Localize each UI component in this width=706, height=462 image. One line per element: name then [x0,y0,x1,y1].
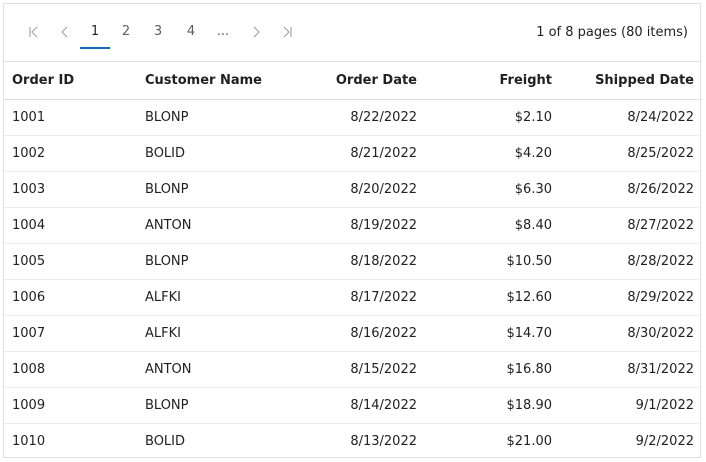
last-page-icon [283,26,292,38]
customer-name-cell[interactable]: BOLID [137,135,289,172]
order-date-cell[interactable]: 8/17/2022 [289,279,425,316]
order-date-cell[interactable]: 8/16/2022 [289,315,425,352]
column-header-customer-name[interactable]: Customer Name [137,62,289,100]
shipped-date-cell[interactable]: 9/2/2022 [560,423,702,459]
table-row[interactable]: 1008 ANTON 8/15/2022 $16.80 8/31/2022 [4,351,702,388]
table-row[interactable]: 1007 ALFKI 8/16/2022 $14.70 8/30/2022 [4,315,702,352]
freight-cell[interactable]: $2.10 [425,99,560,136]
table-row[interactable]: 1005 BLONP 8/18/2022 $10.50 8/28/2022 [4,243,702,280]
table-body: 1001 BLONP 8/22/2022 $2.10 8/24/2022 1002 BOLI… [4,99,702,459]
order-id-cell[interactable]: 1001 [4,99,137,136]
order-date-cell[interactable]: 8/14/2022 [289,387,425,424]
order-id-cell[interactable]: 1003 [4,171,137,208]
customer-name-cell[interactable]: BOLID [137,423,289,459]
order-date-cell[interactable]: 8/18/2022 [289,243,425,280]
table-row[interactable]: 1004 ANTON 8/19/2022 $8.40 8/27/2022 [4,207,702,244]
data-grid: 1 2 3 4 ... 1 of 8 pages (80 items) Orde… [3,3,702,459]
page-3-button[interactable]: 3 [143,18,173,48]
customer-name-cell[interactable]: ALFKI [137,279,289,316]
pager: 1 2 3 4 ... 1 of 8 pages (80 items) [4,4,700,62]
customer-name-cell[interactable]: ANTON [137,207,289,244]
header-row: Order ID Customer Name Order Date Freigh… [4,62,702,100]
orders-table: Order ID Customer Name Order Date Freigh… [4,62,702,459]
order-date-cell[interactable]: 8/19/2022 [289,207,425,244]
customer-name-cell[interactable]: BLONP [137,243,289,280]
next-page-icon [253,26,260,38]
customer-name-cell[interactable]: BLONP [137,387,289,424]
page-4-button[interactable]: 4 [176,18,206,48]
freight-cell[interactable]: $8.40 [425,207,560,244]
column-header-freight[interactable]: Freight [425,62,560,100]
table-row[interactable]: 1010 BOLID 8/13/2022 $21.00 9/2/2022 [4,423,702,459]
order-id-cell[interactable]: 1006 [4,279,137,316]
order-date-cell[interactable]: 8/13/2022 [289,423,425,459]
order-date-cell[interactable]: 8/20/2022 [289,171,425,208]
table-row[interactable]: 1002 BOLID 8/21/2022 $4.20 8/25/2022 [4,135,702,172]
order-date-cell[interactable]: 8/22/2022 [289,99,425,136]
freight-cell[interactable]: $18.90 [425,387,560,424]
shipped-date-cell[interactable]: 8/29/2022 [560,279,702,316]
freight-cell[interactable]: $6.30 [425,171,560,208]
previous-page-button[interactable] [53,18,77,48]
shipped-date-cell[interactable]: 8/26/2022 [560,171,702,208]
order-id-cell[interactable]: 1007 [4,315,137,352]
table-row[interactable]: 1006 ALFKI 8/17/2022 $12.60 8/29/2022 [4,279,702,316]
order-date-cell[interactable]: 8/15/2022 [289,351,425,388]
order-id-cell[interactable]: 1004 [4,207,137,244]
order-date-cell[interactable]: 8/21/2022 [289,135,425,172]
order-id-cell[interactable]: 1005 [4,243,137,280]
pager-info: 1 of 8 pages (80 items) [536,25,688,40]
first-page-icon [29,26,38,38]
freight-cell[interactable]: $12.60 [425,279,560,316]
table-row[interactable]: 1001 BLONP 8/22/2022 $2.10 8/24/2022 [4,99,702,136]
customer-name-cell[interactable]: BLONP [137,171,289,208]
column-header-order-date[interactable]: Order Date [289,62,425,100]
page-1-button[interactable]: 1 [80,18,110,49]
freight-cell[interactable]: $14.70 [425,315,560,352]
first-page-button[interactable] [22,18,46,48]
freight-cell[interactable]: $16.80 [425,351,560,388]
order-id-cell[interactable]: 1002 [4,135,137,172]
shipped-date-cell[interactable]: 8/25/2022 [560,135,702,172]
freight-cell[interactable]: $10.50 [425,243,560,280]
customer-name-cell[interactable]: ANTON [137,351,289,388]
last-page-button[interactable] [275,18,299,48]
shipped-date-cell[interactable]: 8/27/2022 [560,207,702,244]
shipped-date-cell[interactable]: 8/28/2022 [560,243,702,280]
freight-cell[interactable]: $21.00 [425,423,560,459]
customer-name-cell[interactable]: BLONP [137,99,289,136]
shipped-date-cell[interactable]: 8/24/2022 [560,99,702,136]
table-row[interactable]: 1009 BLONP 8/14/2022 $18.90 9/1/2022 [4,387,702,424]
next-page-button[interactable] [244,18,268,48]
shipped-date-cell[interactable]: 9/1/2022 [560,387,702,424]
shipped-date-cell[interactable]: 8/30/2022 [560,315,702,352]
order-id-cell[interactable]: 1010 [4,423,137,459]
order-id-cell[interactable]: 1009 [4,387,137,424]
table-row[interactable]: 1003 BLONP 8/20/2022 $6.30 8/26/2022 [4,171,702,208]
more-pages-button[interactable]: ... [208,18,238,48]
freight-cell[interactable]: $4.20 [425,135,560,172]
column-header-shipped-date[interactable]: Shipped Date [560,62,702,100]
page-2-button[interactable]: 2 [111,18,141,48]
previous-page-icon [61,26,68,38]
order-id-cell[interactable]: 1008 [4,351,137,388]
customer-name-cell[interactable]: ALFKI [137,315,289,352]
column-header-order-id[interactable]: Order ID [4,62,137,100]
shipped-date-cell[interactable]: 8/31/2022 [560,351,702,388]
